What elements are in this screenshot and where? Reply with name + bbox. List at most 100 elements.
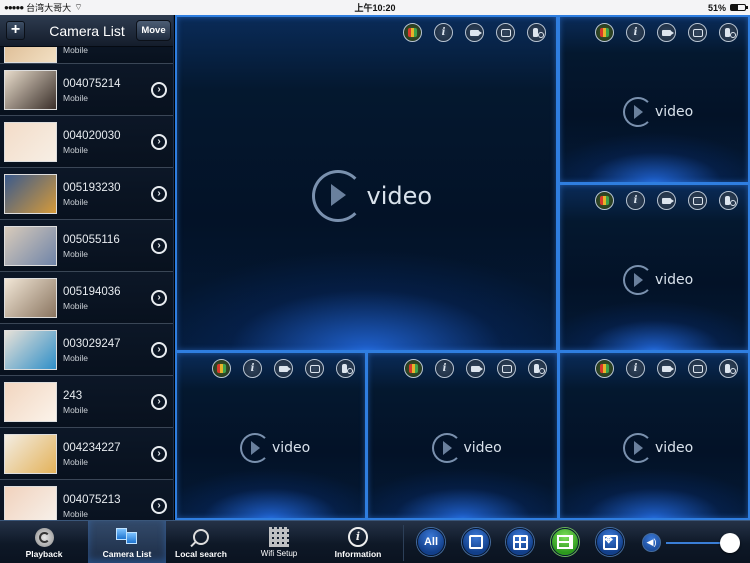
layout-six-button[interactable] — [551, 528, 579, 556]
layout-quad-button[interactable] — [506, 528, 534, 556]
play-ring-icon — [623, 432, 653, 463]
talk-icon[interactable] — [527, 23, 546, 42]
tile-controls: i — [403, 23, 546, 42]
battery-percent: 51% — [707, 2, 726, 13]
snapshot-icon[interactable] — [688, 359, 707, 378]
play-icon — [251, 440, 260, 455]
chevron-right-icon[interactable]: › — [151, 82, 167, 98]
layout-all-button[interactable]: All — [417, 528, 445, 556]
video-tile-5[interactable]: i video — [366, 351, 559, 520]
camera-type: Mobile — [63, 509, 89, 519]
layout-fullscreen-button[interactable] — [596, 528, 624, 556]
ptz-icon[interactable] — [403, 23, 422, 42]
tab-wifi-setup[interactable]: Wifi Setup — [240, 521, 318, 563]
carrier-name: 台湾大哥大 — [26, 3, 72, 13]
chevron-right-icon[interactable]: › — [151, 238, 167, 254]
ptz-icon[interactable] — [595, 359, 614, 378]
tile-controls: i — [404, 359, 547, 378]
play-icon — [634, 104, 643, 119]
ptz-icon[interactable] — [595, 191, 614, 210]
snapshot-icon[interactable] — [688, 23, 707, 42]
info-icon[interactable]: i — [626, 359, 645, 378]
record-icon[interactable] — [466, 359, 485, 378]
video-tile-2[interactable]: i video — [558, 15, 750, 184]
camera-list-item[interactable]: 004234227 Mobile › — [0, 428, 173, 480]
chevron-right-icon[interactable]: › — [151, 134, 167, 150]
camera-list-item[interactable]: 005193230 Mobile › — [0, 168, 173, 220]
camera-list-item[interactable]: 003029247 Mobile › — [0, 324, 173, 376]
tab-label: Wifi Setup — [260, 549, 298, 558]
tile-controls: i — [212, 359, 355, 378]
camera-type: Mobile — [63, 301, 89, 311]
camera-list-item[interactable]: 005194036 Mobile › — [0, 272, 173, 324]
camera-thumbnail — [4, 330, 57, 370]
talk-icon[interactable] — [528, 359, 547, 378]
record-icon[interactable] — [274, 359, 293, 378]
video-placeholder-logo: video — [240, 432, 310, 463]
camera-list-item[interactable]: 004075213 Mobile › — [0, 480, 173, 520]
ptz-icon[interactable] — [212, 359, 231, 378]
record-icon[interactable] — [465, 23, 484, 42]
snapshot-icon[interactable] — [305, 359, 324, 378]
record-icon[interactable] — [657, 23, 676, 42]
tab-label: Information — [334, 549, 382, 559]
info-icon[interactable]: i — [626, 191, 645, 210]
camera-id: 004234227 — [63, 442, 121, 454]
chevron-right-icon[interactable]: › — [151, 446, 167, 462]
ptz-icon[interactable] — [404, 359, 423, 378]
camera-thumbnail — [4, 226, 57, 266]
video-grid: i video i video i video i video i video i vide… — [175, 15, 750, 520]
chevron-right-icon[interactable]: › — [151, 394, 167, 410]
talk-icon[interactable] — [719, 191, 738, 210]
video-placeholder-logo: video — [311, 169, 432, 222]
camera-list-icon — [115, 528, 139, 546]
move-button[interactable]: Move — [136, 20, 171, 41]
chevron-right-icon[interactable]: › — [151, 342, 167, 358]
camera-thumbnail — [4, 70, 57, 110]
info-icon: i — [348, 527, 368, 547]
info-icon[interactable]: i — [243, 359, 262, 378]
chevron-right-icon[interactable]: › — [151, 186, 167, 202]
wifi-icon: ⌔ — [74, 2, 83, 12]
tab-playback[interactable]: Playback — [5, 521, 83, 563]
info-icon[interactable]: i — [626, 23, 645, 42]
info-icon[interactable]: i — [435, 359, 454, 378]
search-icon — [193, 529, 209, 545]
info-icon[interactable]: i — [434, 23, 453, 42]
add-camera-button[interactable]: + — [6, 21, 25, 40]
talk-icon[interactable] — [719, 359, 738, 378]
video-placeholder-logo: video — [623, 96, 693, 127]
video-tile-6[interactable]: i video — [558, 351, 750, 520]
video-tile-1[interactable]: i video — [175, 15, 558, 352]
video-tile-4[interactable]: i video — [175, 351, 367, 520]
record-icon[interactable] — [657, 359, 676, 378]
talk-icon[interactable] — [719, 23, 738, 42]
volume-slider-thumb[interactable] — [720, 533, 740, 553]
snapshot-icon[interactable] — [688, 191, 707, 210]
camera-list-item[interactable]: 004075214 Mobile › — [0, 64, 173, 116]
camera-id: 005055116 — [63, 234, 120, 246]
snapshot-icon[interactable] — [497, 359, 516, 378]
tab-local-search[interactable]: Local search — [162, 521, 240, 563]
volume-icon[interactable]: ◀) — [642, 533, 661, 552]
talk-icon[interactable] — [336, 359, 355, 378]
play-icon — [634, 440, 643, 455]
chevron-right-icon[interactable]: › — [151, 498, 167, 514]
play-icon — [330, 183, 346, 206]
camera-type: Mobile — [63, 93, 89, 103]
layout-single-button[interactable] — [462, 528, 490, 556]
camera-id: 243 — [63, 390, 83, 402]
tile-controls: i — [595, 23, 738, 42]
ptz-icon[interactable] — [595, 23, 614, 42]
snapshot-icon[interactable] — [496, 23, 515, 42]
chevron-right-icon[interactable]: › — [151, 290, 167, 306]
camera-list-item[interactable]: 004020030 Mobile › — [0, 116, 173, 168]
camera-list-item[interactable]: 005055116 Mobile › — [0, 220, 173, 272]
camera-list[interactable]: Mobile›004075214Mobile›004020030Mobile›0… — [0, 23, 173, 520]
tab-label: Local search — [175, 549, 227, 559]
tab-camera-list[interactable]: Camera List — [88, 521, 166, 563]
video-tile-3[interactable]: i video — [558, 183, 750, 352]
camera-list-item[interactable]: 243 Mobile › — [0, 376, 173, 428]
record-icon[interactable] — [657, 191, 676, 210]
tab-information[interactable]: i Information — [319, 521, 397, 563]
